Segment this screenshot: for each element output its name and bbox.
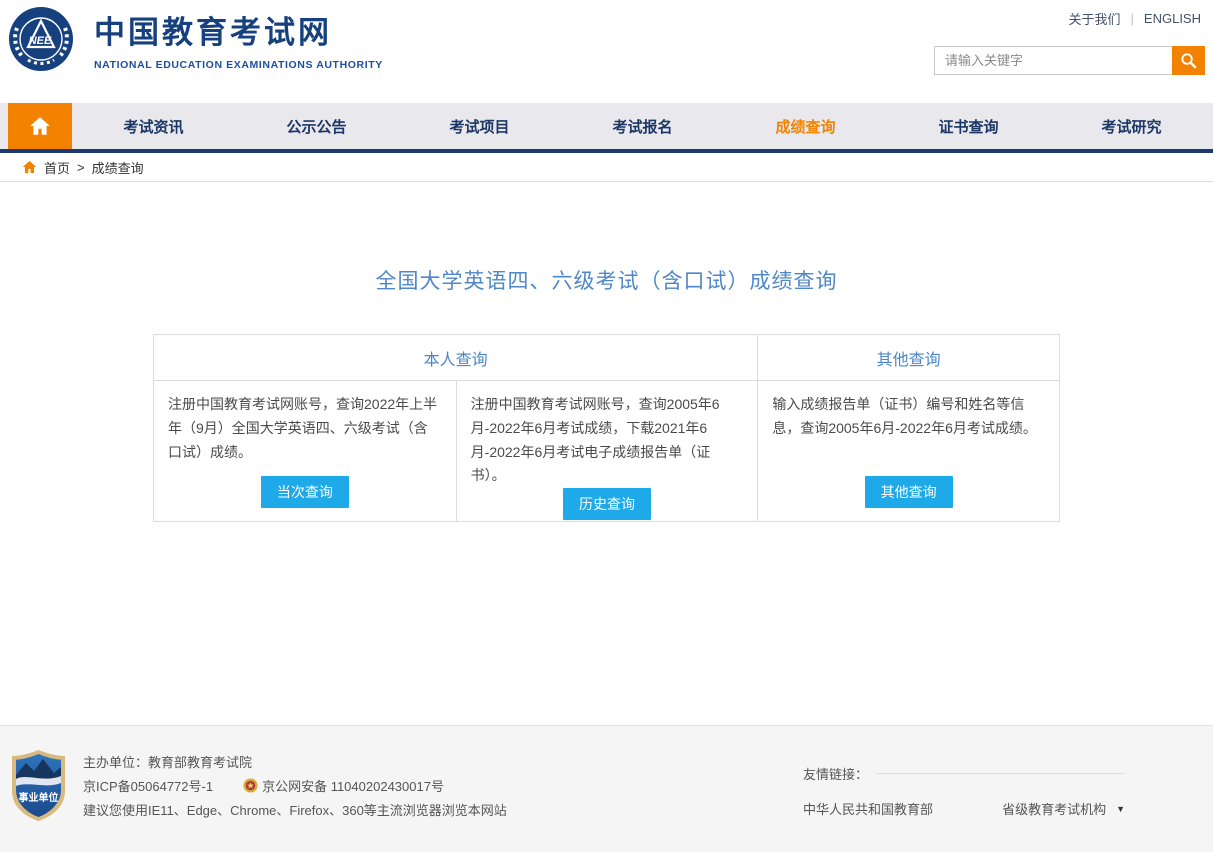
provincial-orgs-dropdown[interactable]: 省级教育考试机构 ▼ [1002, 799, 1125, 818]
nav-item-certificate-query[interactable]: 证书查询 [887, 103, 1050, 149]
home-icon [29, 116, 51, 136]
icp-link[interactable]: 京ICP备05064772号-1 [83, 776, 213, 795]
main-nav: 考试资讯 公示公告 考试项目 考试报名 成绩查询 证书查询 考试研究 [0, 103, 1213, 153]
footer-registration-line: 京ICP备05064772号-1 京公网安备 11040202430017号 [83, 773, 507, 797]
site-subtitle: NATIONAL EDUCATION EXAMINATIONS AUTHORIT… [94, 59, 383, 71]
footer-organizer: 主办单位：教育部教育考试院 [83, 749, 507, 773]
breadcrumb-current: 成绩查询 [92, 158, 144, 177]
chevron-down-icon: ▼ [1116, 804, 1125, 814]
police-link[interactable]: 京公网安备 11040202430017号 [262, 776, 444, 795]
nav-item-announcements[interactable]: 公示公告 [235, 103, 398, 149]
query-table-header: 本人查询 其他查询 [154, 335, 1059, 381]
about-us-link[interactable]: 关于我们 [1069, 9, 1121, 28]
nav-item-exam-programs[interactable]: 考试项目 [398, 103, 561, 149]
query-cell-current: 注册中国教育考试网账号，查询2022年上半年（9月）全国大学英语四、六级考试（含… [154, 381, 456, 521]
main-content: 全国大学英语四、六级考试（含口试）成绩查询 本人查询 其他查询 注册中国教育考试… [0, 182, 1213, 725]
neea-emblem-icon: NEE [8, 6, 74, 72]
search-bar [934, 46, 1205, 75]
svg-text:NEE: NEE [29, 35, 52, 47]
table-header-self-query: 本人查询 [154, 335, 757, 380]
footer-links: 友情链接： 中华人民共和国教育部 省级教育考试机构 ▼ [803, 749, 1125, 852]
nav-items: 考试资讯 公示公告 考试项目 考试报名 成绩查询 证书查询 考试研究 [72, 103, 1213, 149]
breadcrumb-separator: > [77, 160, 85, 175]
site-footer: 事业单位 主办单位：教育部教育考试院 京ICP备05064772号-1 京公网安… [0, 725, 1213, 852]
nav-item-score-query[interactable]: 成绩查询 [724, 103, 887, 149]
current-query-button[interactable]: 当次查询 [261, 476, 349, 508]
nav-item-exam-info[interactable]: 考试资讯 [72, 103, 235, 149]
nav-home-tab[interactable] [8, 103, 72, 149]
search-button[interactable] [1172, 46, 1205, 75]
police-badge-icon [243, 778, 258, 793]
page-title: 全国大学英语四、六级考试（含口试）成绩查询 [0, 182, 1213, 296]
breadcrumb: 首页 > 成绩查询 [0, 153, 1213, 182]
institution-badge-icon: 事业单位 [10, 749, 67, 822]
other-query-button[interactable]: 其他查询 [865, 476, 953, 508]
breadcrumb-home-link[interactable]: 首页 [44, 158, 70, 177]
query-table-body: 注册中国教育考试网账号，查询2022年上半年（9月）全国大学英语四、六级考试（含… [154, 381, 1059, 521]
footer-info: 主办单位：教育部教育考试院 京ICP备05064772号-1 京公网安备 110… [83, 749, 507, 852]
friend-links-label: 友情链接： [803, 764, 868, 783]
nav-item-exam-registration[interactable]: 考试报名 [561, 103, 724, 149]
query-cell-other-text: 输入成绩报告单（证书）编号和姓名等信息，查询2005年6月-2022年6月考试成… [772, 393, 1045, 441]
home-icon [22, 160, 37, 174]
moe-link[interactable]: 中华人民共和国教育部 [803, 799, 933, 818]
page: NEE 中国教育考试网 NATIONAL EDUCATION EXAMINATI… [0, 0, 1213, 852]
top-links: 关于我们 | ENGLISH [1069, 9, 1201, 28]
history-query-button[interactable]: 历史查询 [563, 488, 651, 520]
site-logo[interactable]: NEE 中国教育考试网 NATIONAL EDUCATION EXAMINATI… [8, 6, 383, 72]
site-title: 中国教育考试网 [94, 7, 383, 52]
nav-item-exam-research[interactable]: 考试研究 [1050, 103, 1213, 149]
query-cell-current-text: 注册中国教育考试网账号，查询2022年上半年（9月）全国大学英语四、六级考试（含… [168, 393, 442, 464]
query-cell-history-text: 注册中国教育考试网账号，查询2005年6月-2022年6月考试成绩，下载2021… [471, 393, 744, 488]
link-separator: | [1131, 11, 1134, 26]
table-header-other-query: 其他查询 [757, 335, 1059, 380]
english-link[interactable]: ENGLISH [1144, 11, 1201, 26]
search-icon [1180, 52, 1197, 69]
query-cell-history: 注册中国教育考试网账号，查询2005年6月-2022年6月考试成绩，下载2021… [456, 381, 758, 521]
provincial-orgs-label: 省级教育考试机构 [1002, 799, 1106, 818]
query-table: 本人查询 其他查询 注册中国教育考试网账号，查询2022年上半年（9月）全国大学… [153, 334, 1060, 522]
divider [876, 773, 1125, 774]
query-cell-other: 输入成绩报告单（证书）编号和姓名等信息，查询2005年6月-2022年6月考试成… [757, 381, 1059, 521]
search-input[interactable] [934, 46, 1172, 75]
svg-text:事业单位: 事业单位 [19, 791, 59, 804]
site-header: NEE 中国教育考试网 NATIONAL EDUCATION EXAMINATI… [0, 0, 1213, 103]
footer-browser-tip: 建议您使用IE11、Edge、Chrome、Firefox、360等主流浏览器浏… [83, 797, 507, 821]
